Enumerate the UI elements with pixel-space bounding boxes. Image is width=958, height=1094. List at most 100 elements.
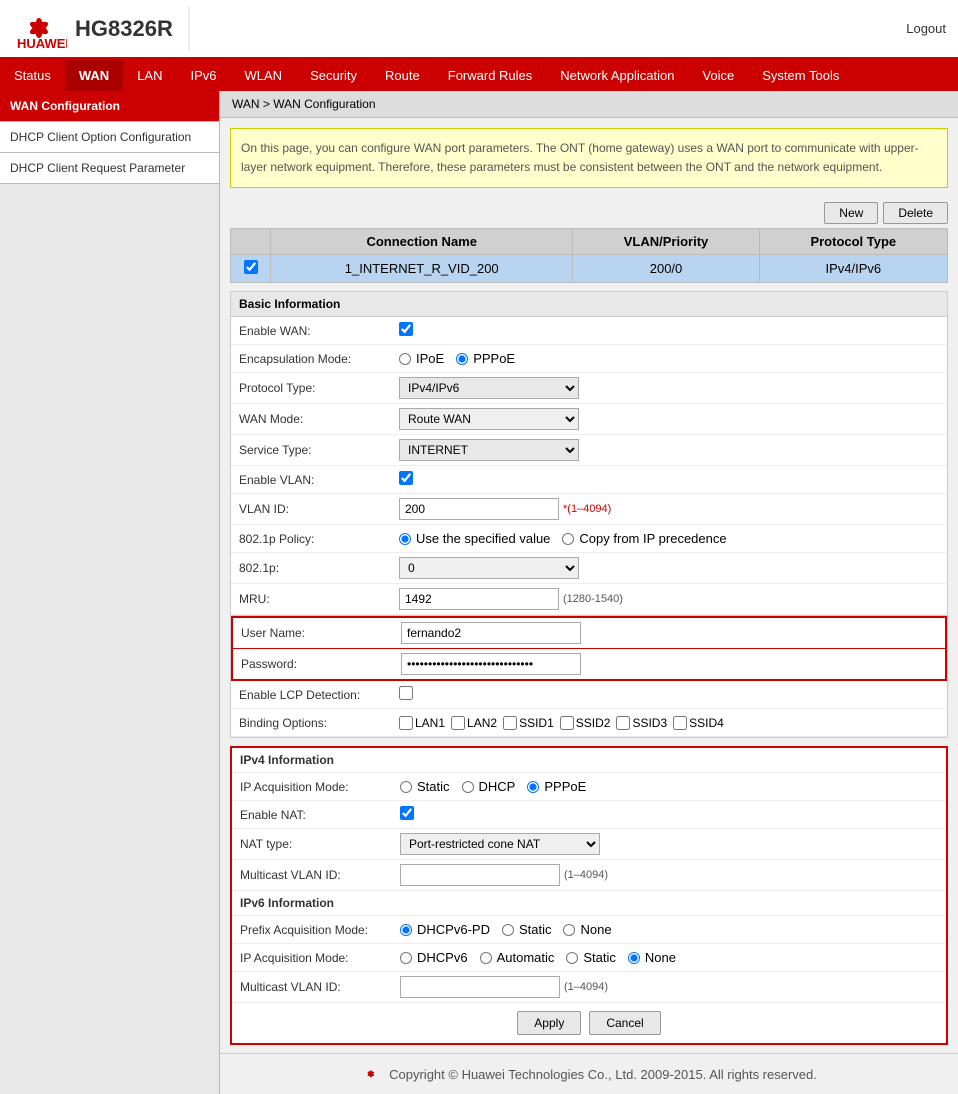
ipv4-static-radio[interactable]	[400, 781, 412, 793]
nat-type-select[interactable]: Port-restricted cone NAT Full cone NAT A…	[400, 833, 600, 855]
prefix-static-radio[interactable]	[502, 924, 514, 936]
binding-ssid3-cb[interactable]	[616, 716, 630, 730]
protocol-type-cell: IPv4/IPv6	[759, 255, 947, 283]
service-type-select[interactable]: INTERNET	[399, 439, 579, 461]
encap-mode-value: IPoE PPPoE	[399, 351, 939, 366]
encap-ipoe-label[interactable]: IPoE	[399, 351, 444, 366]
binding-lan1[interactable]: LAN1	[399, 716, 445, 730]
enable-wan-row: Enable WAN:	[231, 317, 947, 345]
binding-ssid4[interactable]: SSID4	[673, 716, 724, 730]
policy-copy-radio[interactable]	[562, 533, 574, 545]
huawei-logo-icon: HUAWEI	[12, 6, 67, 51]
enable-lcp-checkbox[interactable]	[399, 686, 413, 700]
binding-lan1-cb[interactable]	[399, 716, 413, 730]
policy-specified-label[interactable]: Use the specified value	[399, 531, 550, 546]
encap-mode-label: Encapsulation Mode:	[239, 352, 399, 366]
mru-input[interactable]	[399, 588, 559, 610]
nav-voice[interactable]: Voice	[688, 60, 748, 91]
password-input[interactable]	[401, 653, 581, 675]
policy-copy-label[interactable]: Copy from IP precedence	[562, 531, 726, 546]
encap-pppoe-label[interactable]: PPPoE	[456, 351, 515, 366]
nav-wlan[interactable]: WLAN	[231, 60, 297, 91]
protocol-type-select[interactable]: IPv4/IPv6	[399, 377, 579, 399]
enable-nat-checkbox[interactable]	[400, 806, 414, 820]
ipv6-none-label[interactable]: None	[628, 950, 676, 965]
ipv4-pppoe-label[interactable]: PPPoE	[527, 779, 586, 794]
delete-button[interactable]: Delete	[883, 202, 948, 224]
col-protocol-type: Protocol Type	[759, 229, 947, 255]
prefix-none-label[interactable]: None	[563, 922, 611, 937]
nat-type-row: NAT type: Port-restricted cone NAT Full …	[232, 829, 946, 860]
binding-ssid3[interactable]: SSID3	[616, 716, 667, 730]
binding-ssid4-cb[interactable]	[673, 716, 687, 730]
nav-network-application[interactable]: Network Application	[546, 60, 688, 91]
vlan-id-input[interactable]	[399, 498, 559, 520]
nav-ipv6[interactable]: IPv6	[177, 60, 231, 91]
nav-status[interactable]: Status	[0, 60, 65, 91]
ipv4-pppoe-radio[interactable]	[527, 781, 539, 793]
ipv6-static-radio[interactable]	[566, 952, 578, 964]
prefix-acq-value: DHCPv6-PD Static None	[400, 922, 938, 937]
ipv6-dhcpv6-label[interactable]: DHCPv6	[400, 950, 468, 965]
dot1p-row: 802.1p: 01234567	[231, 553, 947, 584]
protocol-type-label: Protocol Type:	[239, 381, 399, 395]
ipv6-title: IPv6 Information	[232, 891, 946, 916]
ipv4-multicast-input[interactable]	[400, 864, 560, 886]
nav-security[interactable]: Security	[296, 60, 371, 91]
sidebar-item-dhcp-option[interactable]: DHCP Client Option Configuration	[0, 122, 219, 153]
nav-forward-rules[interactable]: Forward Rules	[434, 60, 547, 91]
apply-button[interactable]: Apply	[517, 1011, 581, 1035]
ipv4-dhcp-label[interactable]: DHCP	[462, 779, 516, 794]
binding-lan2-cb[interactable]	[451, 716, 465, 730]
binding-lan2[interactable]: LAN2	[451, 716, 497, 730]
nav-lan[interactable]: LAN	[123, 60, 176, 91]
enable-lcp-value	[399, 686, 939, 703]
wan-mode-value: Route WAN Bridge WAN	[399, 408, 939, 430]
encap-pppoe-radio[interactable]	[456, 353, 468, 365]
password-label: Password:	[241, 657, 401, 671]
ipv6-none-radio[interactable]	[628, 952, 640, 964]
ipv6-auto-label[interactable]: Automatic	[480, 950, 555, 965]
dot1p-select[interactable]: 01234567	[399, 557, 579, 579]
binding-ssid1[interactable]: SSID1	[503, 716, 554, 730]
prefix-none-radio[interactable]	[563, 924, 575, 936]
nav-wan[interactable]: WAN	[65, 60, 123, 91]
binding-ssid2-cb[interactable]	[560, 716, 574, 730]
prefix-acq-row: Prefix Acquisition Mode: DHCPv6-PD Stati…	[232, 916, 946, 944]
cancel-button[interactable]: Cancel	[589, 1011, 660, 1035]
nav-system-tools[interactable]: System Tools	[748, 60, 853, 91]
logout-button[interactable]: Logout	[906, 21, 946, 36]
ipv6-acq-value: DHCPv6 Automatic Static None	[400, 950, 938, 965]
table-row[interactable]: 1_INTERNET_R_VID_200 200/0 IPv4/IPv6	[231, 255, 948, 283]
basic-info-section: Basic Information Enable WAN: Encapsulat…	[230, 291, 948, 616]
protocol-type-row: Protocol Type: IPv4/IPv6	[231, 373, 947, 404]
enable-vlan-checkbox[interactable]	[399, 471, 413, 485]
nav-route[interactable]: Route	[371, 60, 434, 91]
row-checkbox[interactable]	[244, 260, 258, 274]
sidebar-item-dhcp-param[interactable]: DHCP Client Request Parameter	[0, 153, 219, 184]
enable-nat-value	[400, 806, 938, 823]
dot1p-value: 01234567	[399, 557, 939, 579]
ipv6-auto-radio[interactable]	[480, 952, 492, 964]
username-input[interactable]	[401, 622, 581, 644]
prefix-static-label[interactable]: Static	[502, 922, 552, 937]
policy-specified-radio[interactable]	[399, 533, 411, 545]
ipv4-dhcp-radio[interactable]	[462, 781, 474, 793]
wan-mode-select[interactable]: Route WAN Bridge WAN	[399, 408, 579, 430]
ipv4-static-label[interactable]: Static	[400, 779, 450, 794]
new-button[interactable]: New	[824, 202, 878, 224]
ipv6-multicast-input[interactable]	[400, 976, 560, 998]
main-layout: WAN Configuration DHCP Client Option Con…	[0, 91, 958, 1094]
enable-wan-checkbox[interactable]	[399, 322, 413, 336]
encap-ipoe-radio[interactable]	[399, 353, 411, 365]
ipv6-dhcpv6-radio[interactable]	[400, 952, 412, 964]
binding-ssid1-cb[interactable]	[503, 716, 517, 730]
sidebar-item-wan-config[interactable]: WAN Configuration	[0, 91, 219, 122]
ipv6-static-label[interactable]: Static	[566, 950, 616, 965]
binding-ssid2[interactable]: SSID2	[560, 716, 611, 730]
prefix-dhcpv6pd-radio[interactable]	[400, 924, 412, 936]
prefix-dhcpv6pd-label[interactable]: DHCPv6-PD	[400, 922, 490, 937]
lcp-binding-section: Enable LCP Detection: Binding Options: L…	[230, 681, 948, 738]
ipv4-multicast-value: (1–4094)	[400, 864, 938, 886]
dot1p-policy-value: Use the specified value Copy from IP pre…	[399, 531, 939, 546]
